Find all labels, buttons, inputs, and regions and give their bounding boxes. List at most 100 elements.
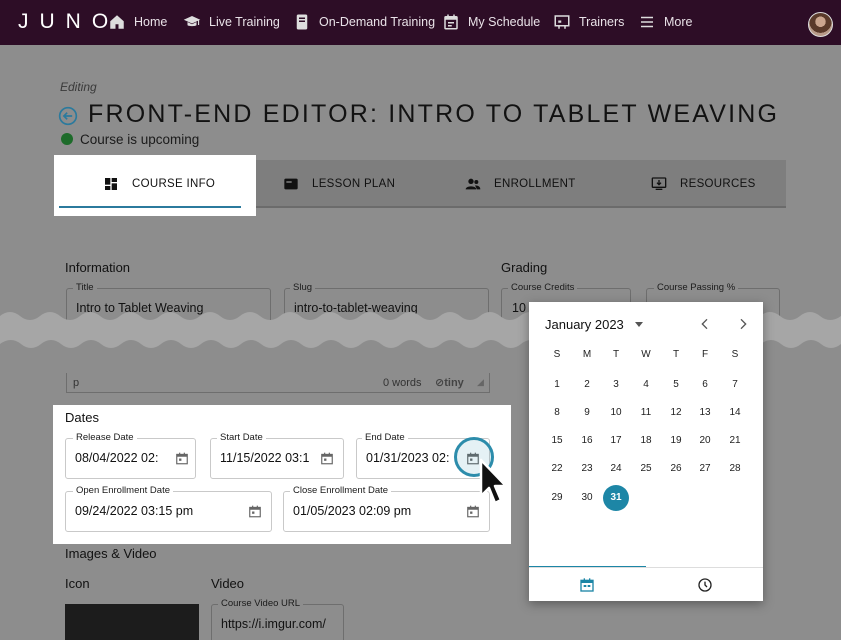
calendar-day[interactable]: 16 — [574, 428, 600, 454]
calendar-day[interactable]: 10 — [603, 400, 629, 426]
calendar-day[interactable]: 11 — [633, 400, 659, 426]
nav-live-training-label: Live Training — [209, 15, 280, 29]
calendar-day[interactable]: 2 — [574, 372, 600, 398]
editor-status-bar: p 0 words ⊘tiny ◢ — [66, 373, 490, 393]
tab-lesson-plan[interactable]: LESSON PLAN — [283, 160, 395, 208]
tab-enrollment[interactable]: ENROLLMENT — [465, 160, 576, 208]
tab-resources-label: RESOURCES — [680, 178, 756, 190]
nav-more-label: More — [664, 15, 693, 29]
calendar-day[interactable]: 12 — [663, 400, 689, 426]
calendar-day[interactable]: 17 — [603, 428, 629, 454]
calendar-day[interactable]: 26 — [663, 456, 689, 482]
editor-word-count: 0 words — [383, 377, 422, 389]
slug-field-label: Slug — [290, 282, 316, 293]
calendar-day[interactable]: 15 — [544, 428, 570, 454]
calendar-day[interactable]: 4 — [633, 372, 659, 398]
calendar-day[interactable]: 24 — [603, 456, 629, 482]
calendar-day[interactable]: 30 — [574, 485, 600, 511]
course-video-url-value[interactable]: https://i.imgur.com/ — [221, 617, 339, 631]
calendar-day[interactable]: 19 — [663, 428, 689, 454]
release-date-calendar-icon[interactable] — [175, 451, 189, 466]
release-date-value[interactable]: 08/04/2022 02: — [75, 451, 163, 465]
picker-mode-tabs — [529, 567, 763, 601]
tab-resources[interactable]: RESOURCES — [651, 160, 756, 208]
nav-live-training[interactable]: Live Training — [183, 13, 280, 31]
tiny-brand-text: tiny — [444, 377, 464, 389]
calendar-day[interactable]: 22 — [544, 456, 570, 482]
images-video-heading: Images & Video — [65, 546, 157, 561]
people-icon — [465, 178, 481, 190]
nav-home[interactable]: Home — [108, 13, 167, 31]
calendar-day[interactable]: 1 — [544, 372, 570, 398]
calendar-month-label[interactable]: January 2023 — [545, 317, 624, 332]
start-date-calendar-icon[interactable] — [320, 451, 334, 466]
weekday-header: S — [553, 349, 561, 360]
resize-handle-icon[interactable]: ◢ — [477, 377, 484, 388]
tab-enrollment-label: ENROLLMENT — [494, 178, 576, 190]
calendar-day[interactable]: 27 — [692, 456, 718, 482]
icon-heading: Icon — [65, 576, 90, 591]
calendar-day[interactable]: 20 — [692, 428, 718, 454]
nav-my-schedule[interactable]: My Schedule — [442, 13, 540, 31]
calendar-day[interactable]: 6 — [692, 372, 718, 398]
calendar-day[interactable]: 28 — [722, 456, 748, 482]
nav-more[interactable]: More — [638, 13, 692, 31]
calendar-day-selected[interactable]: 31 — [603, 485, 629, 511]
page-title: FRONT-END EDITOR: INTRO TO TABLET WEAVIN… — [88, 100, 780, 128]
course-status: Course is upcoming — [80, 132, 200, 147]
editing-label: Editing — [60, 80, 97, 94]
home-icon — [110, 15, 124, 29]
calendar-day[interactable]: 9 — [574, 400, 600, 426]
calendar-day[interactable]: 3 — [603, 372, 629, 398]
open-enrollment-value[interactable]: 09/24/2022 03:15 pm — [75, 504, 235, 518]
calendar-day[interactable]: 25 — [633, 456, 659, 482]
start-date-label: Start Date — [217, 432, 266, 443]
calendar-day[interactable]: 18 — [633, 428, 659, 454]
calendar-day[interactable]: 5 — [663, 372, 689, 398]
month-dropdown-icon[interactable] — [635, 322, 643, 327]
menu-icon — [641, 16, 653, 28]
next-month-icon[interactable] — [735, 316, 751, 332]
calendar-day[interactable]: 13 — [692, 400, 718, 426]
juno-logo[interactable]: JUNO — [18, 10, 119, 34]
calendar-day[interactable]: 21 — [722, 428, 748, 454]
time-mode-clock-icon[interactable] — [697, 577, 713, 593]
icon-image-preview[interactable] — [65, 604, 199, 640]
close-enrollment-value[interactable]: 01/05/2023 02:09 pm — [293, 504, 453, 518]
active-tab-underline — [59, 206, 241, 208]
tab-lesson-plan-label: LESSON PLAN — [312, 178, 396, 190]
open-enrollment-label: Open Enrollment Date — [73, 485, 173, 496]
video-heading: Video — [211, 576, 245, 591]
title-field-label: Title — [73, 282, 97, 293]
weekday-header: T — [672, 349, 680, 360]
nav-home-label: Home — [134, 15, 168, 29]
nav-on-demand-training[interactable]: On-Demand Training — [293, 13, 435, 31]
calendar-day[interactable]: 14 — [722, 400, 748, 426]
mouse-pointer-icon — [479, 458, 508, 505]
course-passing-label: Course Passing % — [654, 282, 739, 293]
back-arrow-icon[interactable] — [58, 106, 78, 126]
dates-heading: Dates — [65, 410, 99, 425]
user-avatar[interactable] — [808, 12, 833, 37]
start-date-value[interactable]: 11/15/2022 03:1 — [220, 451, 310, 465]
open-enrollment-calendar-icon[interactable] — [248, 504, 262, 519]
date-mode-calendar-icon[interactable] — [579, 577, 595, 593]
calendar-day[interactable]: 23 — [574, 456, 600, 482]
download-icon — [651, 177, 667, 190]
nav-trainers[interactable]: Trainers — [553, 13, 624, 31]
dates-panel: Dates Release Date 08/04/2022 02: Start … — [53, 405, 511, 544]
editor-path: p — [73, 377, 80, 389]
previous-month-icon[interactable] — [697, 316, 713, 332]
tiny-logo[interactable]: ⊘tiny — [435, 376, 464, 389]
graduation-cap-icon — [183, 16, 201, 27]
calendar-day[interactable]: 8 — [544, 400, 570, 426]
grading-heading: Grading — [501, 260, 548, 275]
course-credits-label: Course Credits — [508, 282, 578, 293]
date-picker-popup: January 2023 S M T W T F S 1 2 3 4 5 6 7… — [529, 302, 763, 601]
close-enrollment-label: Close Enrollment Date — [290, 485, 392, 496]
calendar-day[interactable]: 7 — [722, 372, 748, 398]
course-video-url-label: Course Video URL — [218, 598, 304, 609]
calendar-day[interactable]: 29 — [544, 485, 570, 511]
end-date-value[interactable]: 01/31/2023 02: — [366, 451, 454, 465]
tab-course-info[interactable]: COURSE INFO — [103, 160, 215, 208]
